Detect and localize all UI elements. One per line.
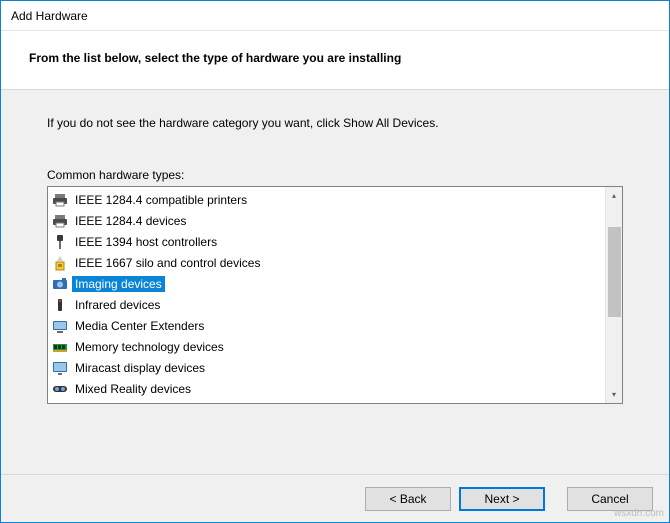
list-item-label: Infrared devices	[72, 297, 163, 313]
scroll-thumb[interactable]	[608, 227, 621, 317]
list-item[interactable]: IEEE 1667 silo and control devices	[48, 252, 605, 273]
list-label: Common hardware types:	[47, 168, 623, 182]
media-center-icon	[52, 318, 68, 334]
imaging-icon	[52, 276, 68, 292]
list-item[interactable]: Memory technology devices	[48, 336, 605, 357]
list-item[interactable]: Media Center Extenders	[48, 315, 605, 336]
printer-icon	[52, 213, 68, 229]
mixed-reality-icon	[52, 381, 68, 397]
list-item-label: Memory technology devices	[72, 339, 227, 355]
list-item[interactable]: IEEE 1284.4 devices	[48, 210, 605, 231]
header: From the list below, select the type of …	[1, 31, 669, 90]
list-item[interactable]: Miracast display devices	[48, 357, 605, 378]
cancel-button[interactable]: Cancel	[567, 487, 653, 511]
titlebar[interactable]: Add Hardware	[1, 1, 669, 31]
page-title: From the list below, select the type of …	[29, 51, 641, 65]
list-item-label: Mixed Reality devices	[72, 381, 194, 397]
list-item-label: Miracast display devices	[72, 360, 208, 376]
next-button[interactable]: Next >	[459, 487, 545, 511]
scroll-down-arrow[interactable]: ▾	[606, 386, 622, 403]
display-icon	[52, 360, 68, 376]
firewire-icon	[52, 234, 68, 250]
list-item-label: IEEE 1284.4 devices	[72, 213, 189, 229]
silo-icon	[52, 255, 68, 271]
footer: < Back Next > Cancel	[1, 474, 669, 522]
memory-icon	[52, 339, 68, 355]
list-item[interactable]: Infrared devices	[48, 294, 605, 315]
window-title: Add Hardware	[11, 9, 88, 23]
scrollbar[interactable]: ▴ ▾	[605, 187, 622, 403]
back-button[interactable]: < Back	[365, 487, 451, 511]
printer-icon	[52, 192, 68, 208]
list-item-label: IEEE 1284.4 compatible printers	[72, 192, 250, 208]
scroll-up-arrow[interactable]: ▴	[606, 187, 622, 204]
list-item[interactable]: Mixed Reality devices	[48, 378, 605, 399]
watermark: wsxdn.com	[614, 508, 664, 519]
hardware-type-listbox[interactable]: IEEE 1284.4 compatible printers IEEE 1284…	[47, 186, 623, 404]
body: If you do not see the hardware category …	[1, 90, 669, 474]
list-item[interactable]: IEEE 1284.4 compatible printers	[48, 189, 605, 210]
list-item-label: IEEE 1667 silo and control devices	[72, 255, 263, 271]
list-item[interactable]: IEEE 1394 host controllers	[48, 231, 605, 252]
list-item[interactable]: Imaging devices	[48, 273, 605, 294]
instruction-text: If you do not see the hardware category …	[47, 116, 623, 130]
add-hardware-wizard: Add Hardware From the list below, select…	[0, 0, 670, 523]
infrared-icon	[52, 297, 68, 313]
list-item-label: Imaging devices	[72, 276, 165, 292]
list-item-label: Media Center Extenders	[72, 318, 207, 334]
list-item-label: IEEE 1394 host controllers	[72, 234, 220, 250]
